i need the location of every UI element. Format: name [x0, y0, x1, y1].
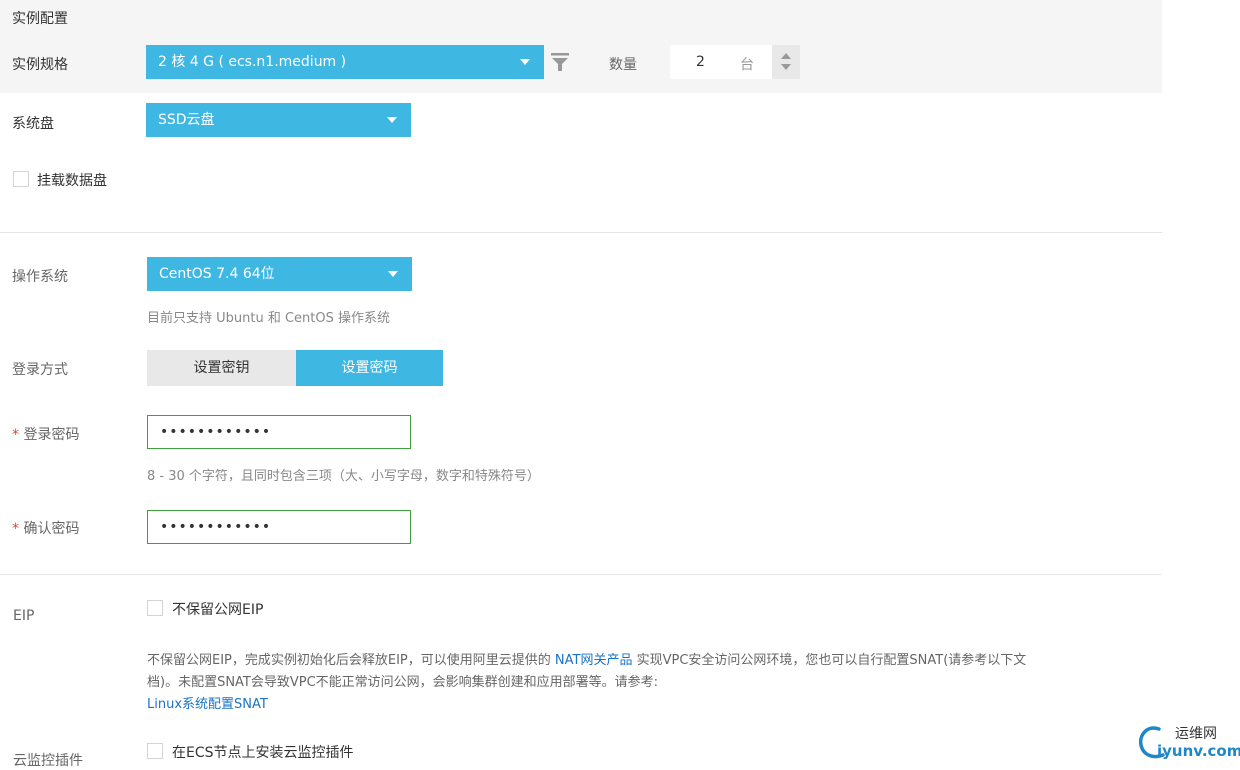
eip-description-line2: 档)。未配置SNAT会导致VPC不能正常访问公网，会影响集群创建和应用部署等。请…: [147, 675, 659, 690]
eip-checkbox-label: 不保留公网EIP: [172, 602, 264, 618]
confirm-password-input[interactable]: ••••••••••••: [147, 510, 411, 544]
stepper-buttons[interactable]: [772, 45, 800, 79]
password-hint: 8 - 30 个字符，且同时包含三项（大、小写字母，数字和特殊符号）: [147, 469, 540, 484]
confirm-password-label-text: 确认密码: [23, 521, 80, 537]
spec-label: 实例规格: [12, 57, 68, 73]
confirm-password-label: * 确认密码: [12, 518, 79, 538]
spec-select[interactable]: 2 核 4 G ( ecs.n1.medium ): [146, 45, 544, 79]
section-header: 实例配置: [0, 0, 1162, 33]
chevron-down-icon: [387, 117, 397, 123]
required-mark: *: [12, 521, 19, 537]
divider: [0, 574, 1162, 575]
system-disk-selected-value: SSD云盘: [158, 112, 215, 128]
chevron-down-icon: [520, 59, 530, 65]
nat-gateway-link[interactable]: NAT网关产品: [555, 653, 633, 668]
quantity-unit: 台: [740, 57, 754, 73]
eip-desc-text: 不保留公网EIP，完成实例初始化后会释放EIP，可以使用阿里云提供的: [147, 653, 555, 668]
os-selected-value: CentOS 7.4 64位: [159, 266, 275, 282]
chevron-down-icon: [388, 271, 398, 277]
quantity-label: 数量: [609, 57, 637, 73]
required-mark: *: [12, 427, 19, 443]
divider: [0, 232, 1162, 233]
os-hint: 目前只支持 Ubuntu 和 CentOS 操作系统: [147, 311, 391, 326]
eip-description: 不保留公网EIP，完成实例初始化后会释放EIP，可以使用阿里云提供的 NAT网关…: [147, 650, 1147, 716]
password-label: * 登录密码: [12, 424, 79, 444]
eip-label: EIP: [13, 608, 35, 624]
watermark-logo: 运维网 iyunv.com: [1137, 721, 1240, 765]
password-label-text: 登录密码: [23, 427, 80, 443]
spec-selected-value: 2 核 4 G ( ecs.n1.medium ): [158, 54, 347, 70]
password-input[interactable]: ••••••••••••: [147, 415, 411, 449]
monitor-checkbox[interactable]: [147, 743, 163, 759]
system-disk-select[interactable]: SSD云盘: [146, 103, 411, 137]
system-disk-label: 系统盘: [12, 116, 54, 132]
filter-icon[interactable]: [550, 51, 570, 73]
tab-set-key[interactable]: 设置密钥: [147, 350, 296, 386]
snat-config-link[interactable]: Linux系统配置SNAT: [147, 694, 1147, 716]
quantity-stepper[interactable]: 2 台: [670, 45, 800, 79]
tab-set-password[interactable]: 设置密码: [296, 350, 443, 386]
monitor-label: 云监控插件: [13, 753, 83, 769]
stepper-down-icon[interactable]: [781, 64, 791, 70]
os-label: 操作系统: [12, 269, 68, 285]
monitor-checkbox-label: 在ECS节点上安装云监控插件: [172, 745, 354, 761]
data-disk-checkbox[interactable]: [13, 171, 29, 187]
watermark-line2: iyunv.com: [1157, 742, 1240, 760]
data-disk-label: 挂载数据盘: [37, 173, 107, 189]
watermark-line1: 运维网: [1175, 726, 1217, 742]
login-method-label: 登录方式: [12, 362, 68, 378]
section-title: 实例配置: [12, 11, 68, 27]
eip-description-line1: 不保留公网EIP，完成实例初始化后会释放EIP，可以使用阿里云提供的 NAT网关…: [147, 650, 1147, 672]
os-select[interactable]: CentOS 7.4 64位: [147, 257, 412, 291]
eip-desc-text: 实现VPC安全访问公网环境，您也可以自行配置SNAT(请参考以下文: [632, 653, 1027, 668]
stepper-up-icon[interactable]: [781, 53, 791, 59]
eip-checkbox[interactable]: [147, 600, 163, 616]
quantity-value: 2: [696, 54, 705, 70]
